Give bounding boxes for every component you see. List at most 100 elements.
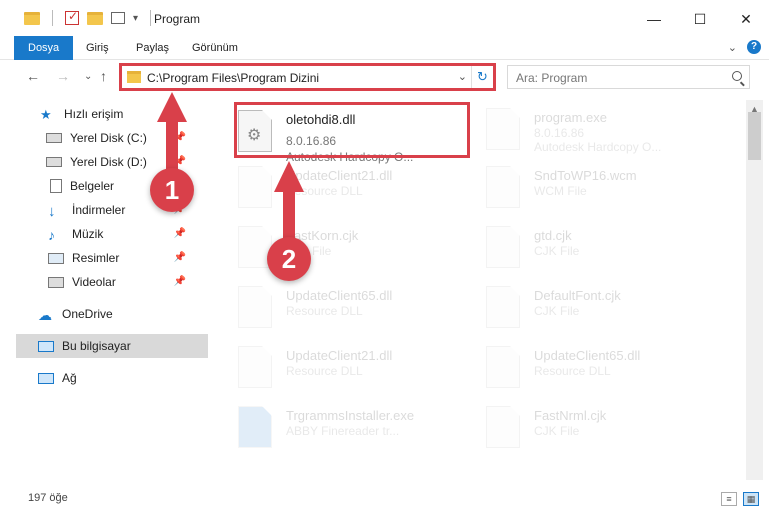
- file-description: ABBY Finereader tr...: [286, 424, 400, 438]
- cloud-icon: ☁: [38, 307, 52, 323]
- callout-step-2: 2: [267, 237, 311, 281]
- file-name: gtd.cjk: [534, 228, 572, 243]
- download-arrow-icon: ↓: [48, 203, 56, 220]
- sidebar-item-music[interactable]: ♪ Müzik 📌: [0, 222, 192, 246]
- sidebar-item-this-pc[interactable]: Bu bilgisayar: [16, 334, 208, 358]
- drive-icon: [46, 133, 62, 143]
- exe-file-icon: [486, 108, 520, 150]
- tab-gorunum[interactable]: Görünüm: [192, 36, 238, 60]
- file-icon: [486, 286, 520, 328]
- file-type: CJK File: [534, 424, 580, 438]
- sidebar-item-label: Resimler: [72, 251, 120, 265]
- pin-icon[interactable]: 📌: [174, 252, 186, 263]
- ribbon-controls: ⌄ ?: [728, 40, 761, 54]
- file-item[interactable]: UpdateClient65.dll Resource DLL: [238, 286, 478, 340]
- file-name: UpdateClient21.dll: [286, 348, 393, 363]
- sidebar-item-label: Hızlı erişim: [64, 107, 124, 121]
- dll-file-icon: [486, 346, 520, 388]
- file-item[interactable]: UpdateClient21.dll Resource DLL: [238, 346, 478, 400]
- file-item[interactable]: UpdateClient21.dll Resource DLL: [238, 166, 478, 220]
- scrollbar-thumb[interactable]: [748, 112, 761, 160]
- tab-giris[interactable]: Giriş: [86, 36, 109, 60]
- vertical-scrollbar[interactable]: ▲: [746, 100, 763, 480]
- pin-icon[interactable]: 📌: [174, 156, 186, 167]
- file-item[interactable]: gtd.cjk CJK File: [486, 226, 726, 280]
- sidebar-item-label: Yerel Disk (D:): [70, 155, 147, 169]
- file-type: CJK File: [534, 244, 580, 258]
- star-icon: ★: [40, 107, 52, 122]
- sidebar-item-pictures[interactable]: Resimler 📌: [0, 246, 192, 270]
- file-item[interactable]: SndToWP16.wcm WCM File: [486, 166, 726, 220]
- sidebar-item-videos[interactable]: Videolar 📌: [0, 270, 192, 294]
- search-placeholder[interactable]: Ara: Program: [516, 71, 587, 85]
- quick-access-toolbar: ▾: [24, 9, 155, 26]
- ribbon-expand-icon[interactable]: ⌄: [728, 41, 737, 54]
- sidebar-item-network[interactable]: Ağ: [0, 366, 192, 390]
- tab-paylas[interactable]: Paylaş: [136, 36, 169, 60]
- sidebar-item-label: Belgeler: [70, 179, 115, 193]
- navigation-pane: ★ Hızlı erişim Yerel Disk (C:) 📌 Yerel D…: [0, 100, 210, 480]
- file-icon: [486, 166, 520, 208]
- sidebar-item-local-disk-c[interactable]: Yerel Disk (C:) 📌: [0, 126, 192, 150]
- search-icon[interactable]: [732, 71, 742, 81]
- address-bar-highlight: [119, 63, 496, 91]
- divider: [52, 10, 53, 26]
- file-version: 8.0.16.86: [534, 126, 585, 140]
- item-count: 197 öğe: [28, 492, 68, 504]
- file-item[interactable]: DefaultFont.cjk CJK File: [486, 286, 726, 340]
- details-view-icon[interactable]: ≡: [721, 492, 737, 506]
- up-button[interactable]: ↑: [100, 68, 107, 84]
- file-highlight: [234, 102, 470, 158]
- ribbon: Dosya Giriş Paylaş Görünüm ⌄ ?: [0, 36, 769, 60]
- sidebar-item-label: Ağ: [62, 371, 77, 385]
- minimize-button[interactable]: —: [631, 0, 677, 38]
- music-note-icon: ♪: [48, 227, 55, 243]
- sidebar-item-quick-access[interactable]: ★ Hızlı erişim: [0, 102, 192, 126]
- folder-icon: [24, 11, 40, 25]
- file-type: Resource DLL: [534, 364, 611, 378]
- file-name: program.exe: [534, 110, 607, 125]
- back-button[interactable]: ←: [26, 68, 40, 84]
- file-name: UpdateClient65.dll: [286, 288, 393, 303]
- file-type: Resource DLL: [286, 364, 363, 378]
- dll-file-icon: [238, 286, 272, 328]
- file-item[interactable]: TrgrammsInstaller.exe ABBY Finereader tr…: [238, 406, 478, 460]
- new-folder-icon[interactable]: [87, 11, 103, 25]
- file-item[interactable]: FastNrml.cjk CJK File: [486, 406, 726, 460]
- dll-file-icon: [238, 346, 272, 388]
- sidebar-item-onedrive[interactable]: ☁ OneDrive: [0, 302, 192, 326]
- sidebar-item-label: İndirmeler: [72, 203, 126, 217]
- pin-icon[interactable]: 📌: [174, 132, 186, 143]
- file-item[interactable]: program.exe 8.0.16.86 Autodesk Hardcopy …: [486, 108, 726, 162]
- drive-icon: [46, 157, 62, 167]
- toolbar-dropdown-icon[interactable]: ▾: [133, 13, 138, 24]
- file-type: Resource DLL: [286, 184, 363, 198]
- file-item[interactable]: UpdateClient65.dll Resource DLL: [486, 346, 726, 400]
- file-name: TrgrammsInstaller.exe: [286, 408, 415, 423]
- picture-icon: [48, 252, 64, 264]
- sidebar-item-label: Videolar: [72, 275, 116, 289]
- video-icon: [48, 276, 64, 288]
- pin-icon[interactable]: 📌: [174, 228, 186, 239]
- window-title: Program: [154, 12, 201, 26]
- status-bar: 197 öğe ≡ ▦: [0, 486, 769, 512]
- customize-toolbar-icon[interactable]: [111, 12, 125, 24]
- tab-dosya[interactable]: Dosya: [14, 36, 74, 60]
- large-icons-view-icon[interactable]: ▦: [743, 492, 759, 506]
- search-box[interactable]: Ara: Program: [507, 65, 750, 89]
- file-description: Autodesk Hardcopy O...: [534, 140, 662, 154]
- pin-icon[interactable]: 📌: [174, 276, 186, 287]
- close-button[interactable]: ✕: [723, 0, 769, 38]
- divider: [150, 10, 152, 26]
- file-name: SndToWP16.wcm: [534, 168, 637, 183]
- file-name: DefaultFont.cjk: [534, 288, 621, 303]
- title-bar: ▾ Program — ☐ ✕: [0, 0, 769, 38]
- recent-locations-button[interactable]: ⌄: [84, 71, 92, 82]
- sidebar-item-label: Bu bilgisayar: [62, 339, 131, 353]
- file-name: UpdateClient21.dll: [286, 168, 393, 183]
- properties-check-icon[interactable]: [65, 9, 79, 25]
- forward-button[interactable]: →: [56, 68, 70, 84]
- maximize-button[interactable]: ☐: [677, 0, 723, 38]
- help-icon[interactable]: ?: [747, 40, 761, 54]
- document-icon: [50, 179, 62, 193]
